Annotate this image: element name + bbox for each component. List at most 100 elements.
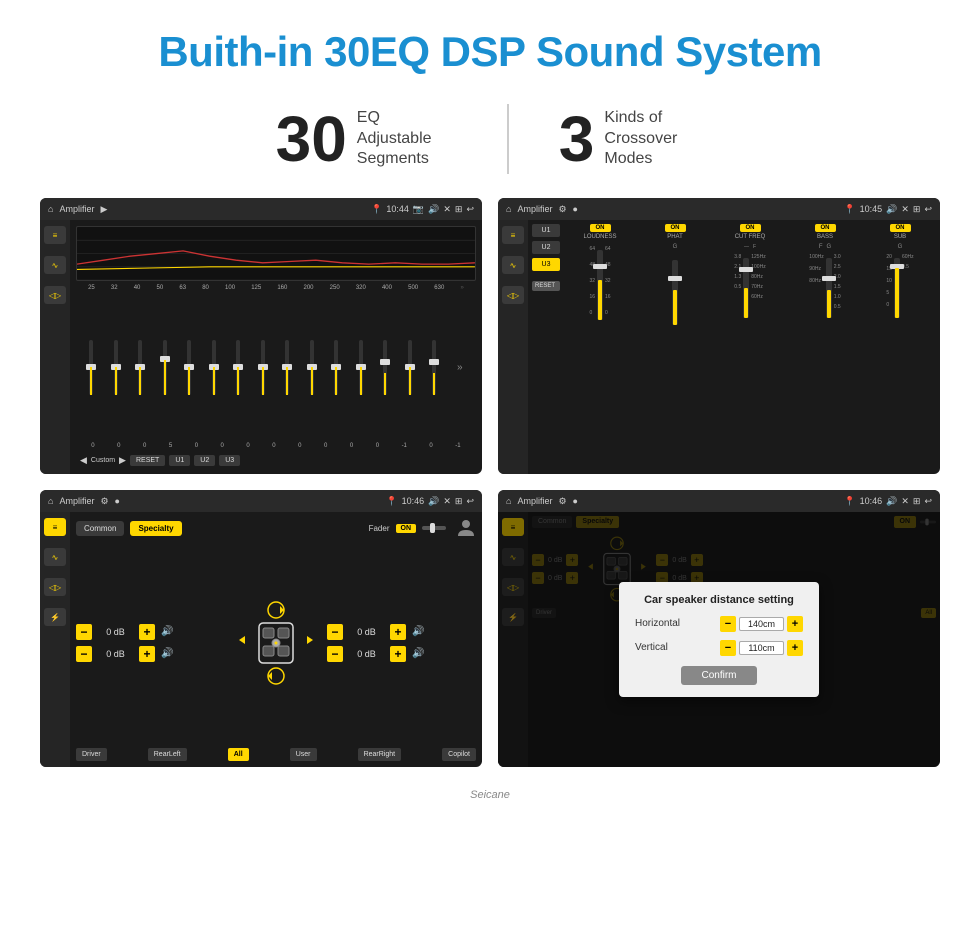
reset-btn-2[interactable]: RESET bbox=[532, 281, 560, 291]
fader-5[interactable] bbox=[187, 293, 191, 441]
fader-11[interactable] bbox=[334, 293, 338, 441]
vol-minus-br[interactable]: − bbox=[327, 646, 343, 662]
fader-15[interactable] bbox=[432, 293, 436, 441]
x-icon-4[interactable]: ✕ bbox=[901, 496, 909, 507]
vol-icon-btn-3[interactable]: ◁▷ bbox=[44, 578, 66, 596]
vol-val-bl: 0 dB bbox=[98, 649, 133, 659]
eq-label: EQ AdjustableSegments bbox=[357, 108, 457, 170]
driver-btn[interactable]: Driver bbox=[76, 748, 107, 761]
phat-fader[interactable] bbox=[672, 260, 678, 325]
cross-main: U1 U2 U3 RESET ON LOUDNESS 644832160 bbox=[528, 220, 940, 474]
vol-row-tr: − 0 dB + 🔊 bbox=[327, 624, 476, 640]
vol-plus-bl[interactable]: + bbox=[139, 646, 155, 662]
more-icon[interactable]: » bbox=[457, 362, 463, 373]
vertical-minus[interactable]: − bbox=[720, 640, 736, 656]
fader-4[interactable] bbox=[163, 293, 167, 441]
bt-icon-btn-3[interactable]: ⚡ bbox=[44, 608, 66, 626]
cutfreq-on-btn[interactable]: ON bbox=[740, 224, 761, 232]
eq-main: 25 32 40 50 63 80 100 125 160 200 250 32… bbox=[70, 220, 482, 474]
x-icon-2[interactable]: ✕ bbox=[901, 204, 909, 215]
horizontal-plus[interactable]: + bbox=[787, 616, 803, 632]
prev-icon[interactable]: ◀ bbox=[80, 455, 87, 466]
wave-icon-btn-2[interactable]: ∿ bbox=[502, 256, 524, 274]
settings-icon-2[interactable]: ⚙ bbox=[558, 204, 566, 215]
u3-preset[interactable]: U3 bbox=[532, 258, 560, 271]
settings-icon-3[interactable]: ⚙ bbox=[100, 496, 108, 507]
fader-9[interactable] bbox=[285, 293, 289, 441]
back-icon-2[interactable]: ↩ bbox=[924, 204, 932, 215]
u3-btn-1[interactable]: U3 bbox=[219, 455, 240, 466]
vol-val-br: 0 dB bbox=[349, 649, 384, 659]
vol-plus-tl[interactable]: + bbox=[139, 624, 155, 640]
common-btn[interactable]: Common bbox=[76, 521, 124, 536]
fader-2[interactable] bbox=[114, 293, 118, 441]
sidebar-1: ≡ ∿ ◁▷ bbox=[40, 220, 70, 474]
u1-btn-1[interactable]: U1 bbox=[169, 455, 190, 466]
fader-7[interactable] bbox=[236, 293, 240, 441]
u2-preset[interactable]: U2 bbox=[532, 241, 560, 254]
reset-btn-1[interactable]: RESET bbox=[130, 455, 165, 466]
sub-on-btn[interactable]: ON bbox=[890, 224, 911, 232]
fader-13[interactable] bbox=[383, 293, 387, 441]
home-icon-4[interactable]: ⌂ bbox=[506, 496, 511, 506]
eq-values: 000 500 000 000 -10-1 bbox=[76, 443, 476, 449]
fader-10[interactable] bbox=[310, 293, 314, 441]
user-btn[interactable]: User bbox=[290, 748, 317, 761]
rearright-btn[interactable]: RearRight bbox=[358, 748, 402, 761]
fader-label: Fader bbox=[369, 524, 390, 533]
location-icon-3: 📍 bbox=[386, 496, 397, 507]
channel-loudness: ON LOUDNESS 644832160 644832160 bbox=[564, 224, 636, 470]
vol-plus-tr[interactable]: + bbox=[390, 624, 406, 640]
home-icon-1[interactable]: ⌂ bbox=[48, 204, 53, 214]
home-icon-2[interactable]: ⌂ bbox=[506, 204, 511, 214]
x-icon-1[interactable]: ✕ bbox=[443, 204, 451, 215]
settings-icon-4[interactable]: ⚙ bbox=[558, 496, 566, 507]
fader-14[interactable] bbox=[408, 293, 412, 441]
loudness-on-btn[interactable]: ON bbox=[590, 224, 611, 232]
copilot-btn[interactable]: Copilot bbox=[442, 748, 476, 761]
fader-8[interactable] bbox=[261, 293, 265, 441]
eq-icon-btn[interactable]: ≡ bbox=[44, 226, 66, 244]
play-icon-1[interactable]: ▶ bbox=[100, 204, 107, 215]
eq-icon-btn-2[interactable]: ≡ bbox=[502, 226, 524, 244]
cutfreq-fader[interactable] bbox=[743, 258, 749, 318]
vol-icon-btn-2[interactable]: ◁▷ bbox=[502, 286, 524, 304]
vol-plus-br[interactable]: + bbox=[390, 646, 406, 662]
home-icon-3[interactable]: ⌂ bbox=[48, 496, 53, 506]
screen-crossover: ⌂ Amplifier ⚙ ● 📍 10:45 🔊 ✕ ⊞ ↩ ≡ ∿ ◁▷ bbox=[498, 198, 940, 474]
bass-fader[interactable] bbox=[826, 258, 832, 318]
vol-minus-tr[interactable]: − bbox=[327, 624, 343, 640]
horizontal-minus[interactable]: − bbox=[720, 616, 736, 632]
back-icon-4[interactable]: ↩ bbox=[924, 496, 932, 507]
all-btn[interactable]: All bbox=[228, 748, 249, 761]
wave-icon-btn-3[interactable]: ∿ bbox=[44, 548, 66, 566]
loudness-fader[interactable] bbox=[597, 250, 603, 320]
bass-on-btn[interactable]: ON bbox=[815, 224, 836, 232]
confirm-button[interactable]: Confirm bbox=[681, 666, 756, 685]
phat-on-btn[interactable]: ON bbox=[665, 224, 686, 232]
fader-6[interactable] bbox=[212, 293, 216, 441]
u2-btn-1[interactable]: U2 bbox=[194, 455, 215, 466]
vol-icon-btn[interactable]: ◁▷ bbox=[44, 286, 66, 304]
fader-12[interactable] bbox=[359, 293, 363, 441]
next-icon[interactable]: ▶ bbox=[119, 455, 126, 466]
speaker-icon-tl: 🔊 bbox=[161, 626, 173, 637]
rearleft-btn[interactable]: RearLeft bbox=[148, 748, 187, 761]
back-icon-1[interactable]: ↩ bbox=[466, 204, 474, 215]
fader-3[interactable] bbox=[138, 293, 142, 441]
fader-1[interactable] bbox=[89, 293, 93, 441]
eq-icon-btn-3[interactable]: ≡ bbox=[44, 518, 66, 536]
vertical-plus[interactable]: + bbox=[787, 640, 803, 656]
bass-name: BASS bbox=[817, 234, 833, 240]
speaker-icon-br: 🔊 bbox=[412, 648, 424, 659]
fader-on-btn[interactable]: ON bbox=[396, 524, 417, 533]
x-icon-3[interactable]: ✕ bbox=[443, 496, 451, 507]
wave-icon-btn[interactable]: ∿ bbox=[44, 256, 66, 274]
dialog-box: Car speaker distance setting Horizontal … bbox=[619, 582, 819, 697]
vol-minus-bl[interactable]: − bbox=[76, 646, 92, 662]
vol-minus-tl[interactable]: − bbox=[76, 624, 92, 640]
back-icon-3[interactable]: ↩ bbox=[466, 496, 474, 507]
sub-fader[interactable] bbox=[894, 258, 900, 318]
specialty-btn[interactable]: Specialty bbox=[130, 521, 181, 536]
u1-preset[interactable]: U1 bbox=[532, 224, 560, 237]
